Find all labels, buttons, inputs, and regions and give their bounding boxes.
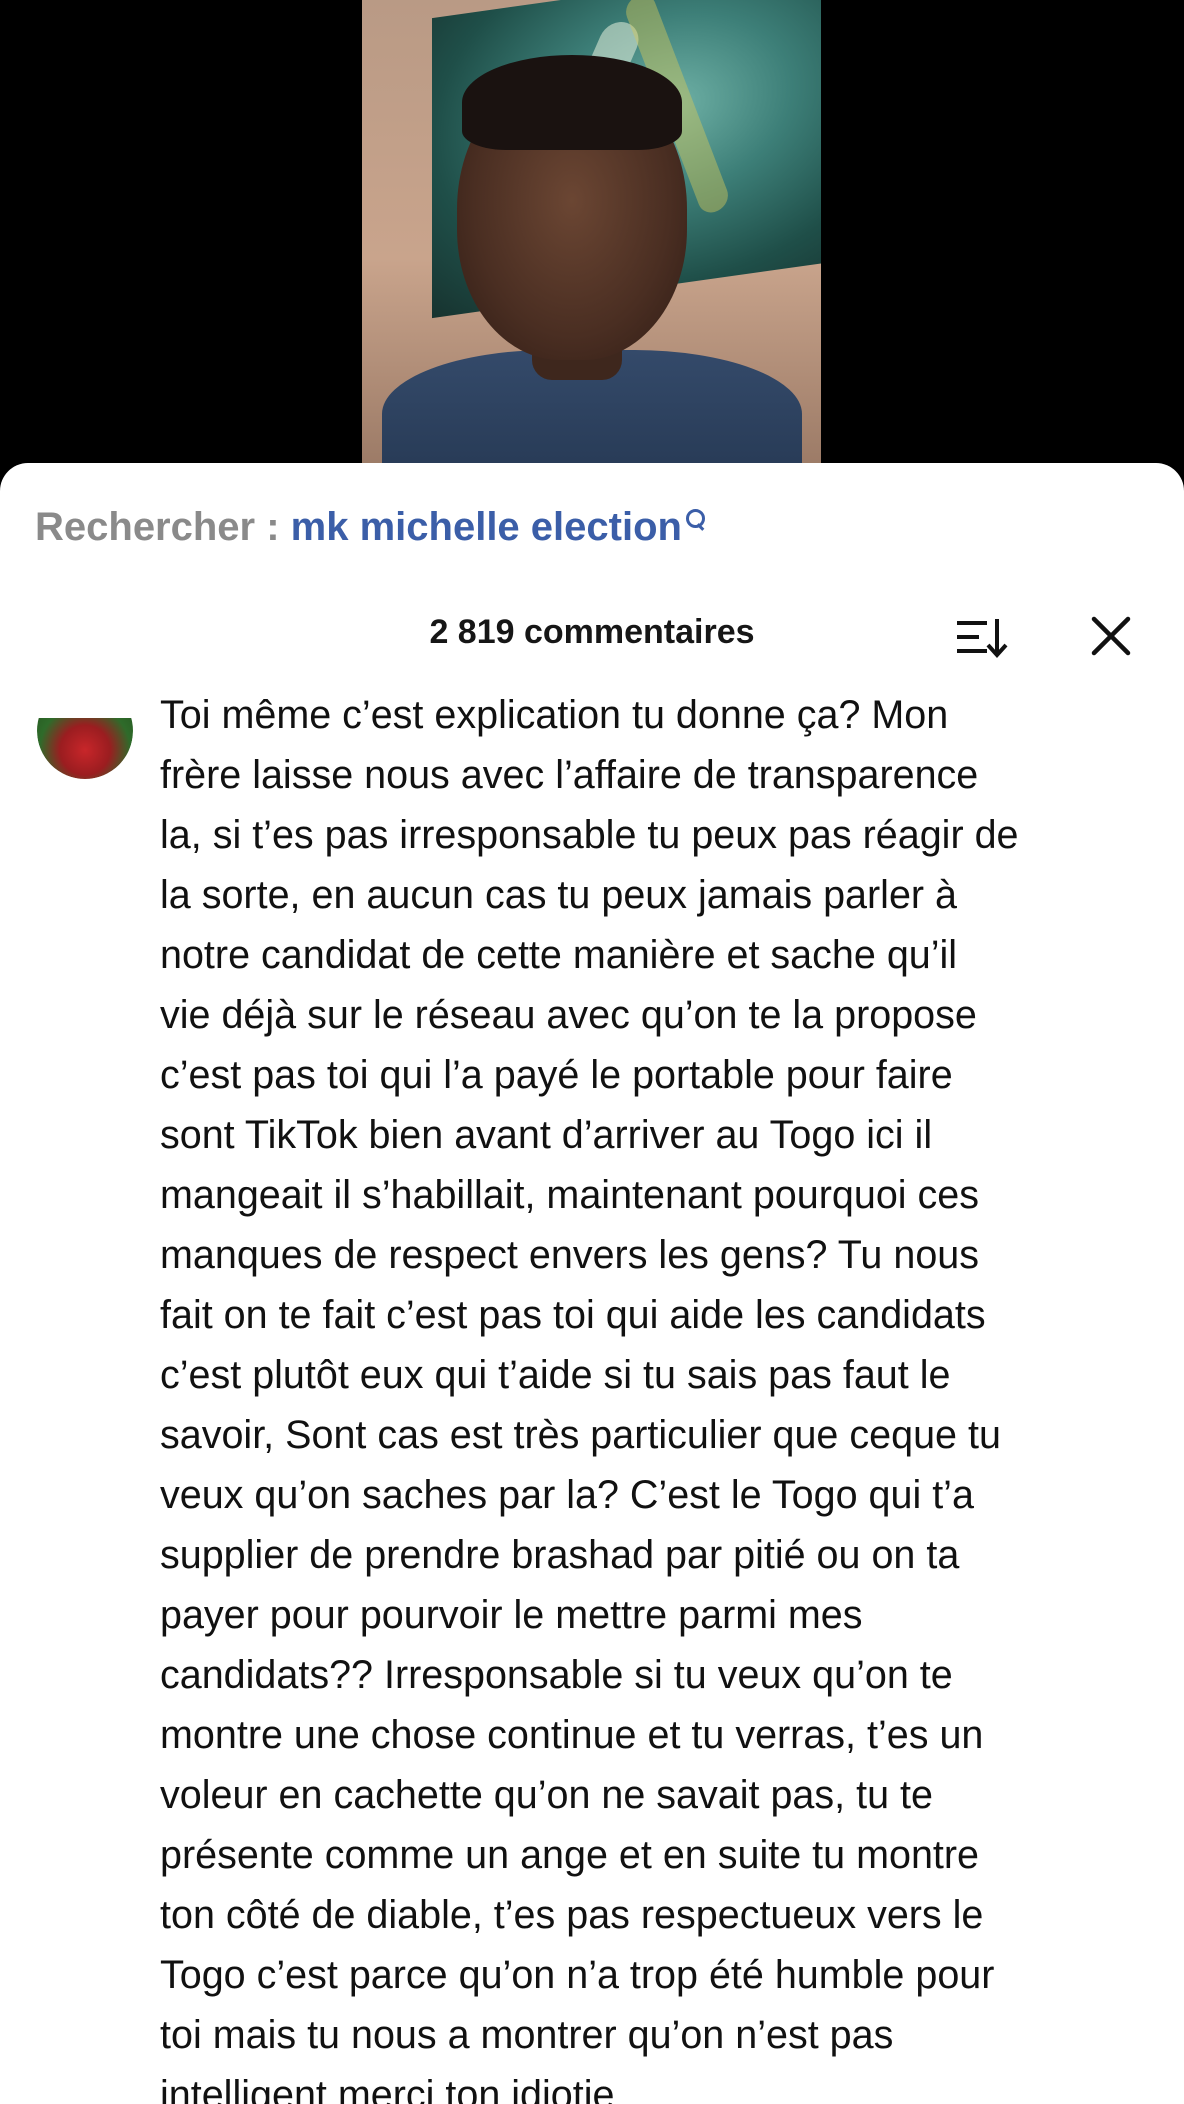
video-frame — [362, 0, 821, 470]
comments-header: 2 819 commentaires — [0, 613, 1184, 673]
search-icon[interactable] — [684, 509, 706, 531]
person-hair — [462, 55, 682, 150]
search-suggestion[interactable]: Rechercher : mk michelle election — [35, 505, 706, 550]
search-query-link[interactable]: mk michelle election — [291, 505, 682, 549]
video-player[interactable] — [0, 0, 1184, 470]
comment-text: Toi même c’est explication tu donne ça? … — [160, 693, 1019, 2104]
close-icon[interactable] — [1088, 613, 1134, 659]
search-prefix: Rechercher : — [35, 505, 291, 549]
comments-sheet: Rechercher : mk michelle election 2 819 … — [0, 463, 1184, 2104]
sort-icon[interactable] — [955, 615, 1009, 661]
avatar[interactable] — [37, 718, 133, 779]
